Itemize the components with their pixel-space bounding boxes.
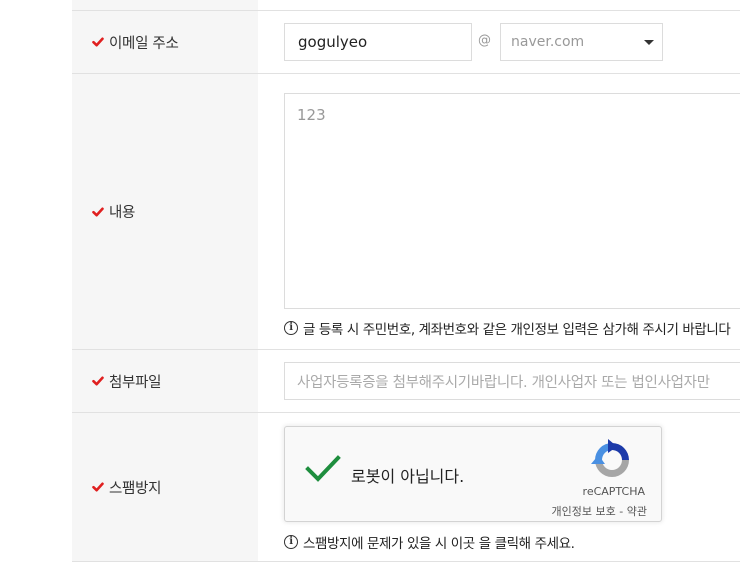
recaptcha-privacy-link[interactable]: 개인정보 보호	[552, 505, 616, 518]
content-textarea[interactable]: 123	[284, 93, 740, 309]
form-row-content: 내용 123 i 글 등록 시 주민번호, 계좌번호와 같은 개인정보 입력은 …	[72, 74, 740, 350]
info-icon: i	[284, 321, 298, 335]
spam-label: 스팸방지	[109, 480, 162, 497]
value-cell-attachment: 사업자등록증을 첨부해주시기바랍니다. 개인사업자 또는 법인사업자만	[258, 350, 740, 412]
privacy-notice-text: 글 등록 시 주민번호, 계좌번호와 같은 개인정보 입력은 삼가해 주시기 바…	[303, 322, 731, 338]
file-attachment-input[interactable]: 사업자등록증을 첨부해주시기바랍니다. 개인사업자 또는 법인사업자만	[284, 362, 740, 400]
form-row-email: 이메일 주소 gogulyeo @ naver.com	[72, 11, 740, 74]
privacy-notice: i 글 등록 시 주민번호, 계좌번호와 같은 개인정보 입력은 삼가해 주시기…	[284, 318, 731, 338]
required-check-icon	[92, 376, 104, 386]
at-symbol: @	[478, 33, 491, 48]
recaptcha-link-separator: -	[619, 505, 624, 518]
spam-notice-text[interactable]: 스팸방지에 문제가 있을 시 이곳 을 클릭해 주세요.	[303, 532, 575, 552]
attachment-label: 첨부파일	[109, 374, 162, 391]
required-check-icon	[92, 37, 104, 47]
chevron-down-icon	[644, 40, 654, 45]
spam-notice: i 스팸방지에 문제가 있을 시 이곳 을 클릭해 주세요.	[284, 532, 575, 552]
checkmark-icon[interactable]	[305, 454, 341, 484]
content-label: 내용	[109, 205, 136, 221]
file-placeholder: 사업자등록증을 첨부해주시기바랍니다. 개인사업자 또는 법인사업자만	[297, 374, 710, 391]
inquiry-form: 이메일 주소 gogulyeo @ naver.com 내용 123 i 글 등…	[72, 0, 740, 574]
recaptcha-terms-link[interactable]: 약관	[627, 505, 647, 518]
label-cell	[72, 0, 258, 10]
email-domain-value: naver.com	[511, 34, 585, 50]
label-cell-content: 내용	[72, 74, 258, 349]
recaptcha-checkbox-label: 로봇이 아닙니다.	[351, 467, 465, 486]
info-icon: i	[284, 535, 298, 549]
recaptcha-links: 개인정보 보호 - 약관	[552, 503, 647, 519]
email-local-input[interactable]: gogulyeo	[284, 23, 472, 61]
email-local-value: gogulyeo	[298, 33, 368, 51]
label-cell-spam: 스팸방지	[72, 413, 258, 561]
value-cell-email: gogulyeo @ naver.com	[258, 11, 740, 73]
required-check-icon	[92, 207, 104, 216]
email-label: 이메일 주소	[109, 35, 179, 52]
label-cell-attachment: 첨부파일	[72, 350, 258, 412]
form-row-attachment: 첨부파일 사업자등록증을 첨부해주시기바랍니다. 개인사업자 또는 법인사업자만	[72, 350, 740, 413]
value-cell-spam: 로봇이 아닙니다. reCAPTCHA 개인정보 보호 - 약관 i 스팸방지에…	[258, 413, 740, 561]
form-row-top	[72, 0, 740, 11]
form-row-spam: 스팸방지 로봇이 아닙니다. reCAPTCHA 개인정보 보호 - 약관 i …	[72, 413, 740, 562]
recaptcha-widget: 로봇이 아닙니다. reCAPTCHA 개인정보 보호 - 약관	[284, 426, 662, 522]
recaptcha-logo-icon	[591, 439, 629, 477]
recaptcha-brand: reCAPTCHA	[582, 485, 645, 498]
email-domain-select[interactable]: naver.com	[500, 23, 663, 61]
value-cell-content: 123 i 글 등록 시 주민번호, 계좌번호와 같은 개인정보 입력은 삼가해…	[258, 74, 740, 349]
label-cell-email: 이메일 주소	[72, 11, 258, 73]
required-check-icon	[92, 482, 104, 492]
content-placeholder: 123	[297, 106, 326, 124]
